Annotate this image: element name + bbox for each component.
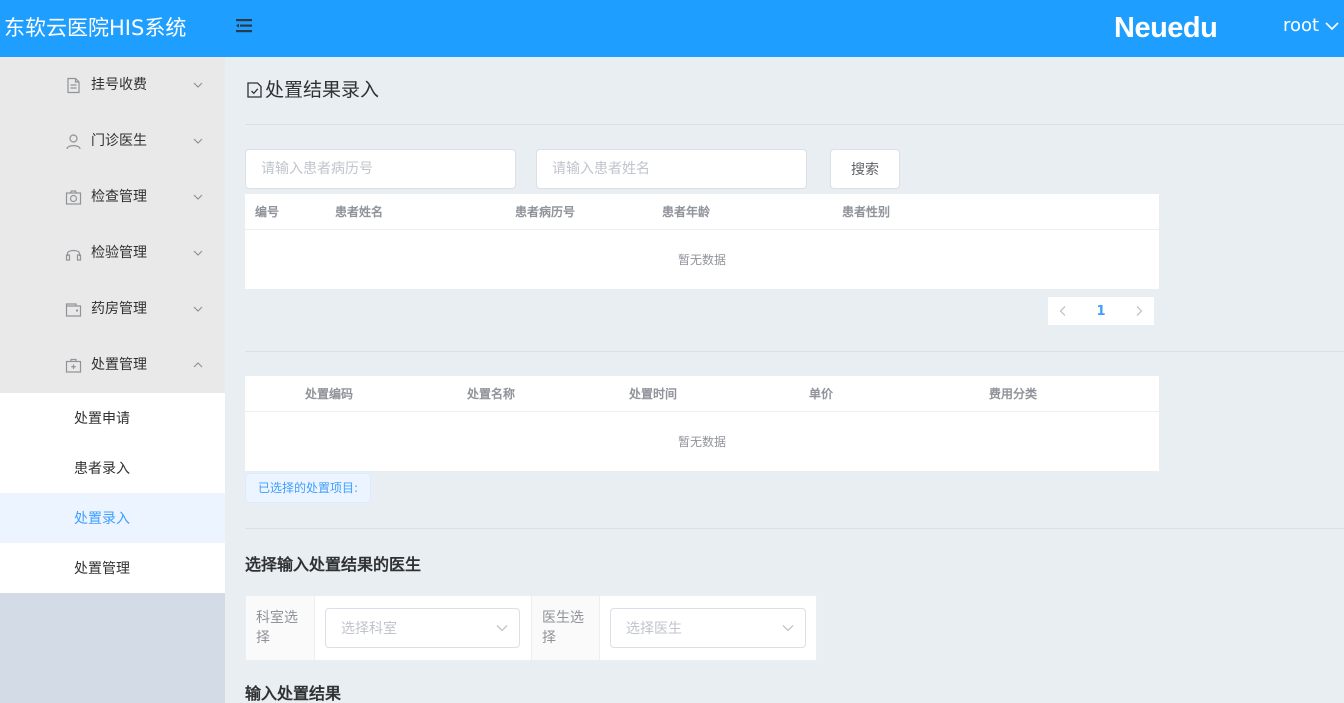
column-header[interactable]: 处置时间 bbox=[629, 386, 677, 402]
sidebar-group-label: 挂号收费 bbox=[91, 77, 147, 93]
select-placeholder: 选择医生 bbox=[626, 621, 682, 637]
sidebar-group-label: 药房管理 bbox=[91, 301, 147, 317]
department-label: 科室选择 bbox=[246, 596, 315, 660]
chevron-down-icon bbox=[496, 625, 508, 632]
sidebar-group-outpatient-doctor[interactable]: 门诊医生 bbox=[0, 113, 225, 169]
sidebar-group-lab-test[interactable]: 检验管理 bbox=[0, 225, 225, 281]
search-button[interactable]: 搜索 bbox=[830, 149, 900, 189]
result-section-title: 输入处置结果 bbox=[245, 684, 342, 703]
user-name: root bbox=[1283, 15, 1320, 36]
sidebar-item-label: 患者录入 bbox=[74, 461, 130, 477]
sidebar: 挂号收费 门诊医生 检查管理 检验管理 药房管理 处置管理 处置申请 患者录入 … bbox=[0, 57, 225, 703]
sidebar-group-examination[interactable]: 检查管理 bbox=[0, 169, 225, 225]
sidebar-item-label: 处置录入 bbox=[74, 511, 130, 527]
doctor-section-title: 选择输入处置结果的医生 bbox=[245, 555, 422, 574]
sidebar-group-label: 检查管理 bbox=[91, 189, 147, 205]
patient-name-input[interactable] bbox=[536, 149, 807, 189]
sidebar-group-pharmacy[interactable]: 药房管理 bbox=[0, 281, 225, 337]
doctor-label: 医生选择 bbox=[531, 596, 600, 660]
treatment-table: 处置编码 处置名称 处置时间 单价 费用分类 暂无数据 bbox=[245, 376, 1159, 471]
chevron-down-icon bbox=[193, 250, 203, 256]
brand-logo: Neuedu bbox=[1114, 12, 1218, 44]
page-title: 处置结果录入 bbox=[246, 78, 379, 102]
pagination: 1 bbox=[1048, 297, 1154, 325]
column-header[interactable]: 患者性别 bbox=[842, 204, 890, 220]
column-header[interactable]: 患者姓名 bbox=[335, 204, 383, 220]
empty-text: 暂无数据 bbox=[677, 435, 726, 449]
next-page-button[interactable] bbox=[1124, 297, 1154, 325]
chevron-left-icon bbox=[1059, 306, 1066, 316]
main-content: 处置结果录入 搜索 编号 患者姓名 患者病历号 患者年龄 患者性别 暂无数据 1… bbox=[225, 57, 1344, 703]
sidebar-item-treatment-entry[interactable]: 处置录入 bbox=[0, 493, 225, 543]
first-aid-kit-icon bbox=[65, 358, 82, 373]
select-placeholder: 选择科室 bbox=[341, 621, 397, 637]
document-icon bbox=[67, 77, 80, 94]
column-header[interactable]: 患者年龄 bbox=[662, 204, 710, 220]
chevron-down-icon bbox=[193, 306, 203, 312]
chevron-down-icon bbox=[193, 194, 203, 200]
table-header: 编号 患者姓名 患者病历号 患者年龄 患者性别 bbox=[245, 194, 1159, 230]
headset-icon bbox=[65, 249, 82, 261]
sidebar-group-treatment[interactable]: 处置管理 bbox=[0, 337, 225, 393]
document-checked-icon bbox=[247, 82, 262, 98]
chevron-right-icon bbox=[1136, 306, 1143, 316]
divider bbox=[245, 124, 1344, 125]
chevron-down-icon bbox=[1325, 22, 1339, 31]
chevron-up-icon bbox=[193, 362, 203, 368]
doctor-select[interactable]: 选择医生 bbox=[610, 608, 806, 648]
divider bbox=[245, 351, 1344, 352]
sidebar-item-label: 处置管理 bbox=[74, 561, 130, 577]
prev-page-button[interactable] bbox=[1048, 297, 1078, 325]
chevron-down-icon bbox=[193, 138, 203, 144]
selected-items-tag: 已选择的处置项目: bbox=[245, 473, 372, 503]
column-header[interactable]: 处置编码 bbox=[305, 386, 353, 402]
sidebar-group-registration[interactable]: 挂号收费 bbox=[0, 57, 225, 113]
user-icon bbox=[66, 134, 81, 150]
app-title: 东软云医院HIS系统 bbox=[4, 16, 187, 40]
page-title-text: 处置结果录入 bbox=[265, 79, 380, 101]
doctor-select-form: 科室选择 选择科室 医生选择 选择医生 bbox=[245, 595, 817, 661]
chevron-down-icon bbox=[193, 82, 203, 88]
sidebar-group-label: 检验管理 bbox=[91, 245, 147, 261]
column-header[interactable]: 患者病历号 bbox=[515, 204, 575, 220]
department-select[interactable]: 选择科室 bbox=[325, 608, 520, 648]
column-header[interactable]: 处置名称 bbox=[467, 386, 515, 402]
sidebar-group-label: 门诊医生 bbox=[91, 133, 147, 149]
sidebar-item-patient-entry[interactable]: 患者录入 bbox=[0, 443, 225, 493]
sidebar-item-label: 处置申请 bbox=[74, 411, 130, 427]
chevron-down-icon bbox=[782, 625, 794, 632]
patient-table: 编号 患者姓名 患者病历号 患者年龄 患者性别 暂无数据 bbox=[245, 194, 1159, 289]
column-header[interactable]: 单价 bbox=[809, 386, 833, 402]
record-number-input[interactable] bbox=[245, 149, 516, 189]
column-header[interactable]: 费用分类 bbox=[989, 386, 1037, 402]
divider bbox=[245, 528, 1344, 529]
empty-text: 暂无数据 bbox=[677, 253, 726, 267]
sidebar-item-treatment-manage[interactable]: 处置管理 bbox=[0, 543, 225, 593]
sidebar-item-treatment-apply[interactable]: 处置申请 bbox=[0, 393, 225, 443]
sidebar-group-label: 处置管理 bbox=[91, 357, 147, 373]
camera-icon bbox=[65, 190, 82, 205]
user-menu[interactable]: root bbox=[1283, 14, 1339, 38]
table-header: 处置编码 处置名称 处置时间 单价 费用分类 bbox=[245, 376, 1159, 412]
menu-toggle-icon[interactable] bbox=[234, 15, 256, 37]
page-number[interactable]: 1 bbox=[1078, 304, 1124, 319]
column-header[interactable]: 编号 bbox=[255, 204, 279, 220]
top-header: 东软云医院HIS系统 Neuedu root bbox=[0, 0, 1344, 57]
wallet-icon bbox=[65, 303, 82, 317]
